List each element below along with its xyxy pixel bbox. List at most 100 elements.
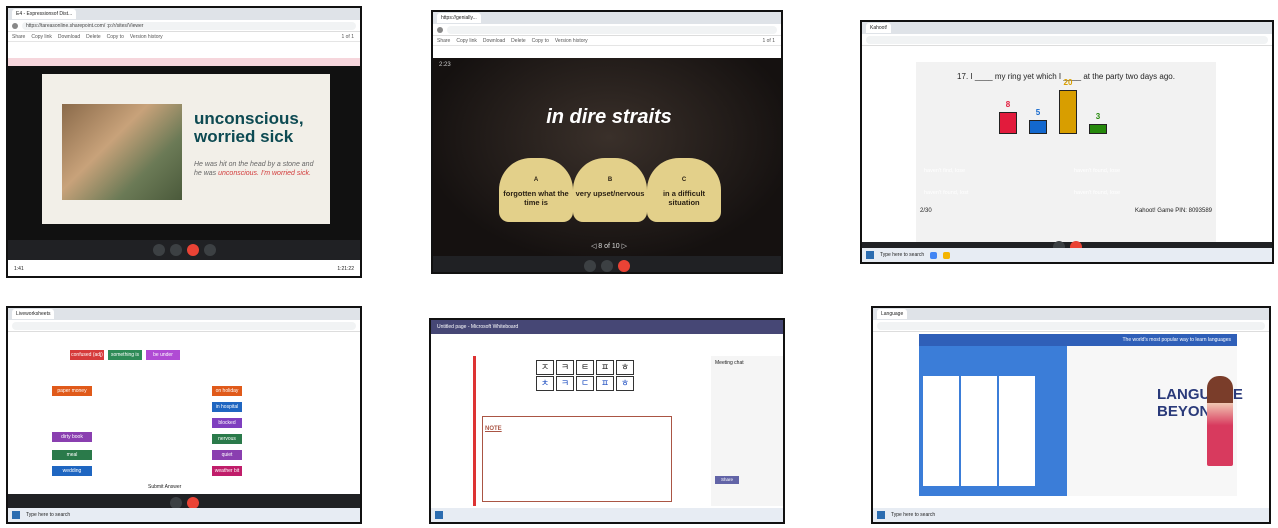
folder-icon[interactable] bbox=[943, 251, 951, 259]
consonant-cell[interactable]: ㅍ bbox=[596, 376, 614, 391]
teams-header: Untitled page - Microsoft Whiteboard bbox=[431, 320, 783, 334]
browser-tab[interactable]: E4 - Expressionsof Dist... bbox=[12, 9, 77, 19]
end-call-icon[interactable] bbox=[186, 244, 199, 256]
consonant-cell[interactable]: ㅌ bbox=[576, 360, 594, 375]
submit-button[interactable]: Submit Answer bbox=[148, 484, 181, 490]
board-column[interactable] bbox=[923, 376, 959, 486]
delete-button[interactable]: Delete bbox=[511, 36, 525, 45]
consonant-cell[interactable]: ㅎ bbox=[616, 360, 634, 375]
answer-red[interactable]: haven't find, lose bbox=[918, 162, 1064, 180]
browser-tab[interactable]: Language bbox=[877, 309, 908, 319]
consonant-cell[interactable]: ㅊ bbox=[536, 376, 554, 391]
camera-icon[interactable] bbox=[169, 244, 182, 256]
download-button[interactable]: Download bbox=[483, 36, 505, 45]
right-tag[interactable]: quiet bbox=[212, 450, 242, 460]
drag-tag[interactable]: something is on bbox=[108, 350, 142, 368]
answer-yellow[interactable]: haven't found, lost bbox=[918, 184, 1064, 202]
prev-arrow-icon[interactable]: ◁ bbox=[591, 243, 596, 250]
consonant-cell[interactable]: ㅋ bbox=[556, 376, 574, 391]
player-footer: 1:41 1:21:22 bbox=[8, 262, 360, 276]
consonant-cell[interactable]: ㅋ bbox=[556, 360, 574, 375]
total-time: 1:21:22 bbox=[337, 266, 354, 272]
url-input[interactable] bbox=[447, 25, 777, 34]
result-count: 5 bbox=[1035, 108, 1041, 117]
url-input[interactable] bbox=[12, 321, 356, 330]
left-tag[interactable]: paper money bbox=[52, 386, 92, 396]
download-button[interactable]: Download bbox=[58, 32, 80, 41]
left-tag[interactable]: dirty book bbox=[52, 432, 92, 442]
copy-link-button[interactable]: Copy link bbox=[31, 32, 52, 41]
windows-start-icon[interactable] bbox=[877, 511, 885, 519]
note-title: NOTE bbox=[485, 426, 502, 432]
consonant-cell[interactable]: ㅈ bbox=[536, 360, 554, 375]
right-tag[interactable]: on holiday bbox=[212, 386, 242, 396]
camera-icon[interactable] bbox=[601, 260, 613, 272]
option-letter: C bbox=[681, 177, 687, 183]
next-arrow-icon[interactable]: ▷ bbox=[622, 243, 627, 250]
tab-strip: Liveworksheets bbox=[8, 308, 360, 320]
share-screen-icon[interactable] bbox=[203, 244, 216, 256]
copy-to-button[interactable]: Copy to bbox=[107, 32, 124, 41]
quiz-stage: 2:23 in dire straits A forgotten what th… bbox=[433, 58, 781, 256]
url-input[interactable]: https://tareasonline.sharepoint.com/ :p:… bbox=[22, 21, 356, 30]
copy-to-button[interactable]: Copy to bbox=[532, 36, 549, 45]
kahoot-stage: 17. I ____ my ring yet which I ____ at t… bbox=[916, 62, 1216, 242]
share-button[interactable]: Share bbox=[715, 476, 739, 484]
taskbar-search[interactable]: Type here to search bbox=[26, 512, 70, 518]
board-column[interactable] bbox=[999, 376, 1035, 486]
answer-text: haven't found, lose bbox=[1074, 168, 1121, 174]
version-history-button[interactable]: Version history bbox=[555, 36, 588, 45]
reload-icon[interactable] bbox=[437, 26, 443, 33]
version-history-button[interactable]: Version history bbox=[130, 32, 163, 41]
drag-tag[interactable]: confused (adj) bbox=[70, 350, 104, 360]
consonant-cell[interactable]: ㄷ bbox=[576, 376, 594, 391]
taskbar-search[interactable]: Type here to search bbox=[880, 252, 924, 258]
option-letter: B bbox=[607, 177, 613, 183]
windows-start-icon[interactable] bbox=[866, 251, 874, 259]
browser-tab[interactable]: Liveworksheets bbox=[12, 309, 55, 319]
browser-tab[interactable]: https://genially... bbox=[437, 13, 481, 23]
delete-button[interactable]: Delete bbox=[86, 32, 100, 41]
board-column[interactable] bbox=[961, 376, 997, 486]
screenshot-slide-unconscious: E4 - Expressionsof Dist... https://tarea… bbox=[6, 6, 362, 278]
consonant-cell[interactable]: ㅍ bbox=[596, 360, 614, 375]
mic-icon[interactable] bbox=[584, 260, 596, 272]
left-tag[interactable]: meal bbox=[52, 450, 92, 460]
taskbar-search[interactable]: Type here to search bbox=[891, 512, 935, 518]
dungeon-background bbox=[433, 58, 781, 256]
url-input[interactable] bbox=[877, 321, 1265, 330]
right-tag[interactable]: nervous bbox=[212, 434, 242, 444]
right-tag[interactable]: in hospital bbox=[212, 402, 242, 412]
note-box[interactable]: NOTE bbox=[482, 416, 672, 502]
reload-icon[interactable] bbox=[12, 22, 18, 29]
presentation-stage: unconscious, worried sick He was hit on … bbox=[8, 66, 360, 244]
site-banner: The world's most popular way to learn la… bbox=[919, 334, 1237, 346]
answer-text: haven't find, lose bbox=[924, 168, 966, 174]
share-button[interactable]: Share bbox=[437, 36, 450, 45]
consonant-cell[interactable]: ㅎ bbox=[616, 376, 634, 391]
end-call-icon[interactable] bbox=[618, 260, 630, 272]
result-count: 3 bbox=[1095, 112, 1101, 121]
copy-link-button[interactable]: Copy link bbox=[456, 36, 477, 45]
url-input[interactable] bbox=[866, 35, 1268, 44]
windows-start-icon[interactable] bbox=[12, 511, 20, 519]
chrome-icon[interactable] bbox=[930, 251, 938, 259]
option-b-skull[interactable]: B very upset/nervous bbox=[573, 158, 647, 222]
meeting-controls bbox=[433, 256, 781, 272]
slide-caption: He was hit on the head by a stone and he… bbox=[194, 160, 314, 178]
page-count: 1 of 1 bbox=[341, 34, 354, 40]
drag-tag[interactable]: be under stress bbox=[146, 350, 180, 368]
right-tag[interactable]: blocked heart bbox=[212, 418, 242, 436]
right-tag[interactable]: weather bit bbox=[212, 466, 242, 476]
browser-tab[interactable]: Kahoot! bbox=[866, 23, 892, 33]
option-text: in a difficult situation bbox=[662, 189, 706, 207]
answer-blue[interactable]: haven't found, lose bbox=[1068, 162, 1214, 180]
elapsed-time: 1:41 bbox=[14, 266, 24, 272]
option-a-skull[interactable]: A forgotten what the time is bbox=[499, 158, 573, 222]
windows-start-icon[interactable] bbox=[435, 511, 443, 519]
answer-green[interactable]: haven't found, lose bbox=[1068, 184, 1214, 202]
left-tag[interactable]: wedding bbox=[52, 466, 92, 476]
share-button[interactable]: Share bbox=[12, 32, 25, 41]
option-c-skull[interactable]: C in a difficult situation bbox=[647, 158, 721, 222]
mic-icon[interactable] bbox=[152, 244, 165, 256]
